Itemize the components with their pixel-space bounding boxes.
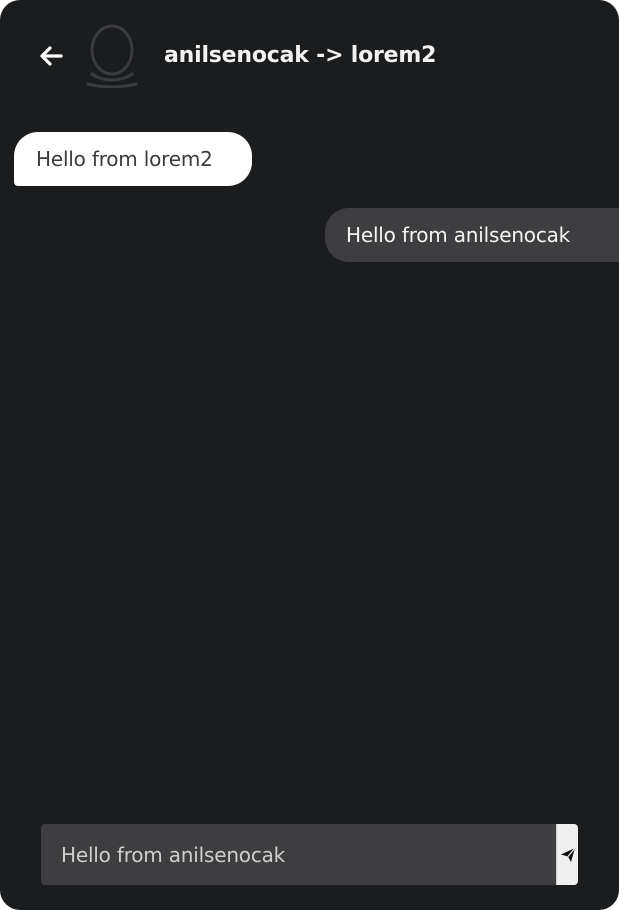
chat-title: anilsenocak -> lorem2	[164, 43, 437, 68]
avatar	[86, 24, 138, 89]
send-button[interactable]	[556, 824, 578, 885]
user-avatar-icon	[86, 24, 138, 89]
message-composer	[41, 824, 578, 885]
message-list: Hello from lorem2 Hello from anilsenocak	[0, 112, 619, 802]
chat-header: anilsenocak -> lorem2	[0, 0, 619, 112]
chat-window: anilsenocak -> lorem2 Hello from lorem2 …	[0, 0, 619, 910]
back-button[interactable]	[36, 40, 66, 72]
incoming-message: Hello from lorem2	[14, 132, 252, 186]
paper-plane-icon	[560, 847, 575, 862]
outgoing-message: Hello from anilsenocak	[325, 208, 619, 262]
message-input[interactable]	[41, 824, 556, 885]
arrow-left-icon	[40, 46, 63, 66]
